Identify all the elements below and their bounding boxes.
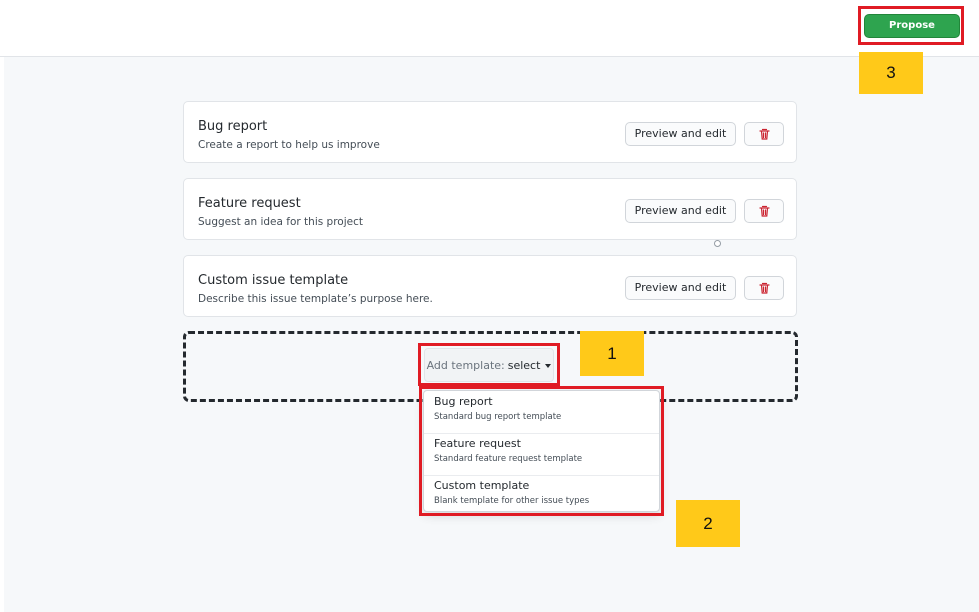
trash-icon <box>758 205 770 217</box>
delete-template-button[interactable] <box>744 122 784 146</box>
menu-item-description: Blank template for other issue types <box>434 496 590 506</box>
template-card-bug-report: Bug report Create a report to help us im… <box>183 101 797 163</box>
preview-and-edit-button[interactable]: Preview and edit <box>625 276 736 300</box>
template-description: Describe this issue template’s purpose h… <box>198 293 433 305</box>
delete-template-button[interactable] <box>744 276 784 300</box>
menu-item-bug-report[interactable]: Bug report Standard bug report template <box>424 391 659 434</box>
caret-down-icon <box>545 363 552 368</box>
template-title: Bug report <box>198 119 268 134</box>
add-template-label: Add template: <box>426 358 505 372</box>
top-bar <box>0 0 979 57</box>
trash-icon <box>758 128 770 140</box>
menu-item-title: Bug report <box>434 395 493 408</box>
menu-item-title: Custom template <box>434 479 530 492</box>
add-template-value: select <box>507 358 541 372</box>
callout-3: 3 <box>859 52 923 94</box>
callout-2: 2 <box>676 500 740 547</box>
delete-template-button[interactable] <box>744 199 784 223</box>
template-description: Create a report to help us improve <box>198 139 380 151</box>
template-title: Custom issue template <box>198 273 349 288</box>
menu-item-description: Standard feature request template <box>434 454 583 464</box>
template-card-custom-issue: Custom issue template Describe this issu… <box>183 255 797 317</box>
cursor-indicator <box>714 240 721 247</box>
menu-item-title: Feature request <box>434 437 521 450</box>
template-title: Feature request <box>198 196 301 211</box>
preview-and-edit-button[interactable]: Preview and edit <box>625 122 736 146</box>
trash-icon <box>758 282 770 294</box>
template-card-feature-request: Feature request Suggest an idea for this… <box>183 178 797 240</box>
add-template-select[interactable]: Add template: select <box>424 348 554 382</box>
menu-item-description: Standard bug report template <box>434 412 562 422</box>
propose-changes-button[interactable]: Propose changes <box>864 14 960 53</box>
menu-item-custom-template[interactable]: Custom template Blank template for other… <box>424 475 659 517</box>
menu-item-feature-request[interactable]: Feature request Standard feature request… <box>424 433 659 476</box>
preview-and-edit-button[interactable]: Preview and edit <box>625 199 736 223</box>
template-dropdown-menu: Bug report Standard bug report template … <box>423 390 660 512</box>
callout-1: 1 <box>580 331 644 376</box>
template-description: Suggest an idea for this project <box>198 216 363 228</box>
